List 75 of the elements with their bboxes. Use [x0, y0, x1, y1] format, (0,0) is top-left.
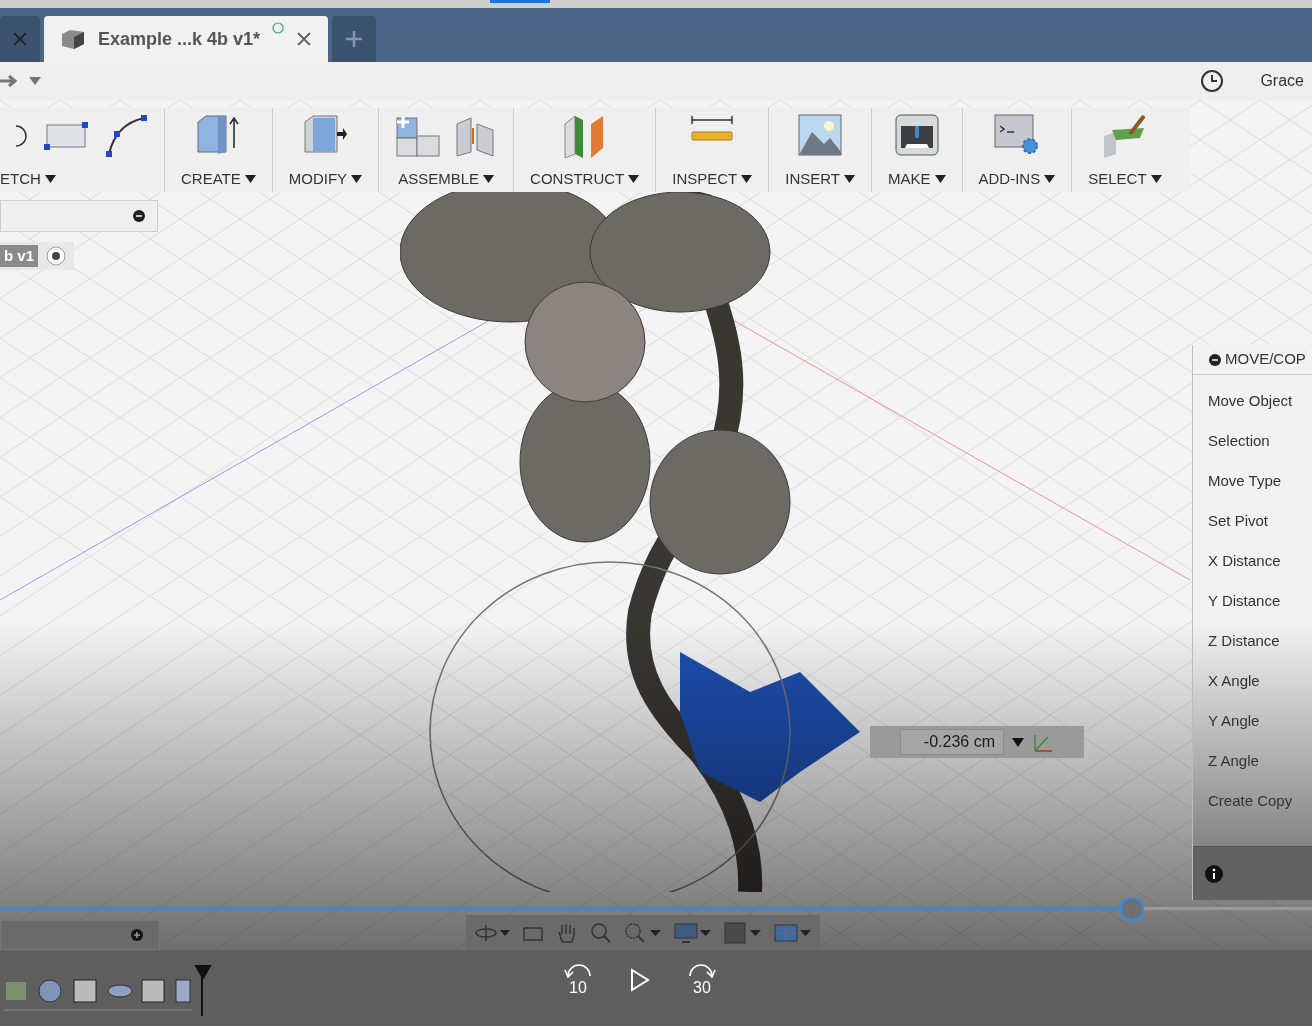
- hand-icon[interactable]: [556, 922, 578, 944]
- panel-row-label: Set Pivot: [1208, 510, 1270, 531]
- rewind-arrow-icon: [564, 962, 592, 978]
- document-tab[interactable]: Example ...k 4b v1*: [44, 16, 329, 62]
- new-component-icon[interactable]: [395, 114, 442, 158]
- panel-row-label: Z Angle: [1208, 750, 1260, 771]
- toolbar-menu[interactable]: MAKE: [888, 167, 946, 190]
- panel-row-label: Create Copy: [1208, 790, 1294, 811]
- toolbar-menu[interactable]: SELECT: [1088, 167, 1162, 190]
- toolbar-menu[interactable]: CREATE: [181, 167, 256, 190]
- close-icon[interactable]: [296, 31, 313, 47]
- clock-icon[interactable]: [1200, 69, 1225, 93]
- script-gear-icon[interactable]: [993, 114, 1040, 156]
- panel-row-label: X Distance: [1208, 550, 1282, 571]
- viewports-icon[interactable]: [774, 922, 812, 944]
- ruler-icon[interactable]: [690, 114, 735, 144]
- panel-row-label: Z Distance: [1208, 630, 1281, 651]
- caret-icon[interactable]: [1012, 737, 1024, 747]
- panel-row-label: Move Type: [1208, 470, 1283, 491]
- panel-title: MOVE/COP: [1225, 349, 1306, 370]
- info-icon[interactable]: [1205, 864, 1223, 883]
- unsaved-circle-icon: [272, 22, 285, 34]
- panel-row-label: X Angle: [1208, 670, 1261, 691]
- radio-icon[interactable]: [46, 246, 66, 266]
- caret-icon: [844, 174, 855, 183]
- push-pull-box-icon[interactable]: [303, 114, 348, 156]
- panel-row-label: Y Angle: [1208, 710, 1261, 731]
- progress-handle[interactable]: [1120, 897, 1145, 921]
- toolbar-menu[interactable]: ASSEMBLE: [398, 167, 494, 190]
- extrude-box-icon[interactable]: [196, 114, 241, 156]
- close-icon[interactable]: [12, 31, 28, 47]
- scroll-indicator: [490, 0, 550, 3]
- toolbar-menu[interactable]: ETCH: [0, 167, 56, 190]
- caret-icon: [741, 174, 753, 183]
- caret-icon: [351, 174, 363, 183]
- toolbar-menu[interactable]: CONSTRUCT: [530, 167, 640, 190]
- toolbar-menu[interactable]: MODIFY: [288, 167, 363, 190]
- panel-row-label: Selection: [1208, 430, 1271, 451]
- caret-icon: [1044, 174, 1056, 183]
- forward-arrow-icon: [688, 962, 716, 978]
- zoom-icon[interactable]: [590, 922, 612, 944]
- distance-input[interactable]: -0.236 cm: [900, 729, 1004, 755]
- play-icon[interactable]: [630, 968, 650, 992]
- caret-icon: [934, 174, 946, 183]
- printer-icon[interactable]: [894, 114, 939, 156]
- panel-row-label: Move Object: [1208, 390, 1294, 411]
- tab-title: Example ...k 4b v1*: [98, 27, 261, 51]
- cube-icon: [60, 28, 86, 50]
- arc-icon[interactable]: [104, 114, 148, 158]
- zoom-window-icon[interactable]: [624, 922, 662, 944]
- dropdown-caret-icon[interactable]: [28, 76, 42, 86]
- caret-icon: [483, 174, 494, 183]
- caret-icon: [244, 174, 256, 183]
- image-icon[interactable]: [798, 114, 843, 156]
- expand-icon[interactable]: [131, 929, 143, 941]
- redo-arrow-icon[interactable]: [0, 73, 20, 89]
- new-tab-button[interactable]: [332, 16, 377, 62]
- plus-icon: [345, 30, 364, 48]
- skip-back-button[interactable]: 10: [560, 960, 596, 1000]
- toolbar-menu[interactable]: ADD-INS: [978, 167, 1056, 190]
- collapse-icon[interactable]: [1209, 353, 1221, 366]
- rectangle-icon[interactable]: [44, 119, 88, 153]
- collapse-icon[interactable]: [133, 210, 145, 222]
- display-icon[interactable]: [674, 922, 712, 944]
- user-name[interactable]: Grace: [1260, 69, 1304, 93]
- skip-forward-button[interactable]: 30: [684, 960, 720, 1000]
- grid-icon[interactable]: [724, 922, 762, 944]
- toolbar-menu[interactable]: INSERT: [785, 167, 855, 190]
- paint-brush-icon[interactable]: [1101, 114, 1148, 158]
- panel-row-label: Y Distance: [1208, 590, 1282, 611]
- caret-icon: [628, 174, 640, 183]
- caret-icon: [44, 174, 56, 183]
- caret-icon: [1150, 174, 1162, 183]
- toolbar-menu[interactable]: INSPECT: [672, 167, 753, 190]
- orbit-icon[interactable]: [474, 923, 510, 943]
